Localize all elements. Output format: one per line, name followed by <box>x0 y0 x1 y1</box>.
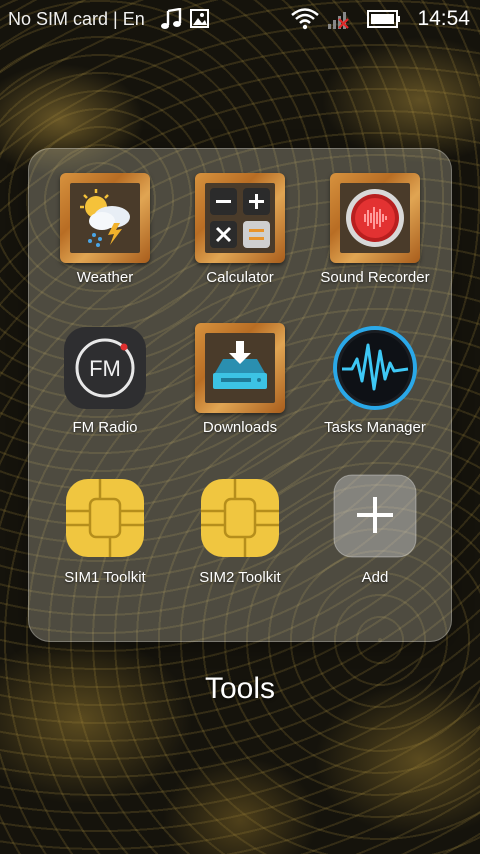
add-app-button[interactable]: Add <box>305 473 445 586</box>
battery-icon <box>367 10 401 33</box>
app-calculator[interactable]: Calculator <box>170 173 310 286</box>
app-fm-radio[interactable]: FM FM Radio <box>35 323 175 436</box>
app-sim2-toolkit[interactable]: SIM2 Toolkit <box>170 473 310 586</box>
carrier-text: No SIM card | En <box>8 9 145 29</box>
tools-folder-panel: Weather Calculator Sound Recorder FM FM … <box>28 148 452 642</box>
sim-card-icon[interactable] <box>60 473 150 563</box>
app-label: SIM2 Toolkit <box>199 569 281 586</box>
wifi-icon <box>290 7 320 36</box>
no-signal-icon <box>326 9 352 36</box>
calculator-icon[interactable] <box>195 173 285 263</box>
fm-badge-text: FM <box>89 356 121 381</box>
app-weather[interactable]: Weather <box>35 173 175 286</box>
tasks-manager-icon[interactable] <box>330 323 420 413</box>
sound-recorder-icon[interactable] <box>330 173 420 263</box>
music-icon <box>160 7 184 35</box>
app-label: Downloads <box>202 419 278 436</box>
app-tasks-manager[interactable]: Tasks Manager <box>305 323 445 436</box>
clock: 14:54 <box>417 7 470 30</box>
app-label: Weather <box>76 269 134 286</box>
downloads-icon[interactable] <box>195 323 285 413</box>
sim-card-icon[interactable] <box>195 473 285 563</box>
app-sim1-toolkit[interactable]: SIM1 Toolkit <box>35 473 175 586</box>
status-bar: No SIM card | En 14:54 <box>0 0 480 38</box>
app-label: Add <box>361 569 389 586</box>
image-icon <box>189 8 211 35</box>
app-sound-recorder[interactable]: Sound Recorder <box>305 173 445 286</box>
plus-icon[interactable] <box>330 473 420 563</box>
folder-title[interactable]: Tools <box>0 672 480 706</box>
app-label: Sound Recorder <box>320 269 430 286</box>
fm-radio-icon[interactable]: FM <box>60 323 150 413</box>
app-label: Calculator <box>206 269 274 286</box>
app-downloads[interactable]: Downloads <box>170 323 310 436</box>
app-label: FM Radio <box>72 419 138 436</box>
weather-icon[interactable] <box>60 173 150 263</box>
app-label: Tasks Manager <box>324 419 426 436</box>
app-label: SIM1 Toolkit <box>64 569 146 586</box>
